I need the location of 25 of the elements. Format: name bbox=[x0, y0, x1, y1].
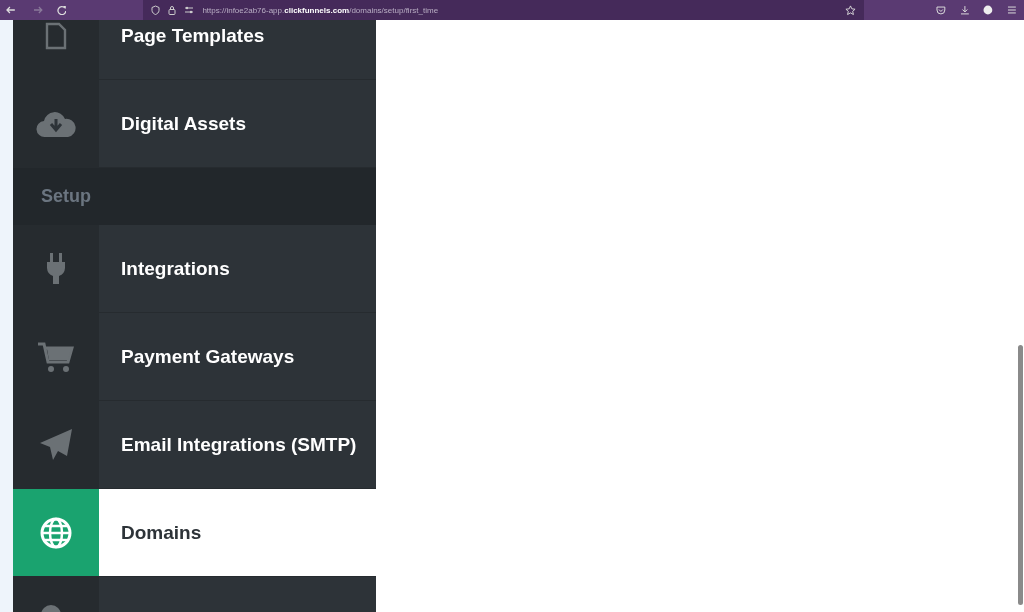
cloud-download-icon bbox=[36, 109, 76, 138]
globe-icon bbox=[40, 516, 72, 549]
address-bar[interactable]: https://infoe2ab76-app.clickfunnels.com/domains/setup/first_time bbox=[143, 0, 864, 20]
download-icon[interactable] bbox=[959, 5, 970, 15]
back-arrow-icon[interactable] bbox=[6, 5, 16, 15]
paper-plane-icon bbox=[39, 427, 73, 462]
account-icon[interactable] bbox=[983, 5, 994, 15]
permissions-icon bbox=[184, 6, 195, 14]
cart-icon bbox=[37, 340, 75, 373]
section-heading: Setup bbox=[13, 168, 376, 225]
sidebar-item[interactable]: Payment Gateways bbox=[13, 313, 376, 401]
lock-icon bbox=[168, 5, 177, 15]
sidebar-item[interactable]: Integrations bbox=[13, 225, 376, 313]
menu-icon[interactable] bbox=[1007, 5, 1017, 15]
shield-icon bbox=[151, 5, 161, 15]
star-icon[interactable] bbox=[844, 4, 856, 16]
reload-icon[interactable] bbox=[56, 5, 67, 15]
plug-icon bbox=[46, 252, 66, 285]
pocket-icon[interactable] bbox=[935, 5, 946, 15]
file-icon bbox=[45, 21, 67, 50]
sidebar-item[interactable]: Digital Assets bbox=[13, 80, 376, 168]
sidebar-item[interactable]: Page Templates bbox=[13, 20, 376, 80]
sidebar-item[interactable]: Email Integrations (SMTP) bbox=[13, 401, 376, 489]
url-text: https://infoe2ab76-app.clickfunnels.com/domains/setup/first_time bbox=[202, 5, 439, 15]
scrollbar[interactable] bbox=[1018, 345, 1023, 605]
